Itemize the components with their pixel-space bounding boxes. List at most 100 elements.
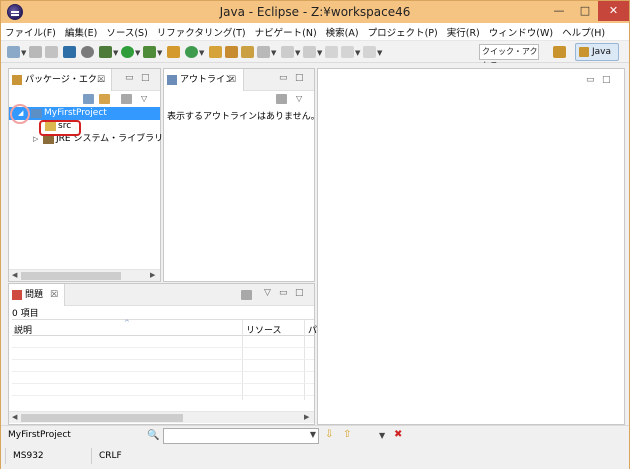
column-resource[interactable]: リソース xyxy=(246,323,282,336)
minimize-view-icon[interactable]: ▭ xyxy=(279,73,288,83)
menu-source[interactable]: ソース(S) xyxy=(106,25,147,39)
tab-package-explorer[interactable]: パッケージ・エク... ☒ xyxy=(9,69,112,91)
view-filter-icon[interactable] xyxy=(121,94,132,104)
arrow-up-icon[interactable]: ⇧ xyxy=(343,429,351,440)
arrow-down-icon[interactable]: ⇩ xyxy=(325,429,333,440)
maximize-view-icon[interactable]: □ xyxy=(295,73,304,83)
tab-problems[interactable]: 問題 ☒ xyxy=(9,284,65,306)
close-tab-icon[interactable]: ☒ xyxy=(97,69,105,91)
menu-refactor[interactable]: リファクタリング(T) xyxy=(157,25,246,39)
package-explorer-hscrollbar[interactable]: ◀ ▶ xyxy=(9,269,160,281)
back-dropdown-icon[interactable]: ▼ xyxy=(355,49,360,57)
menu-navigate[interactable]: ナビゲート(N) xyxy=(255,25,317,39)
maximize-view-icon[interactable]: □ xyxy=(141,73,150,83)
view-filter-icon[interactable] xyxy=(276,94,287,104)
external-tools-icon[interactable] xyxy=(143,46,156,58)
column-path[interactable]: パ xyxy=(308,323,317,336)
link-with-editor-icon[interactable] xyxy=(99,94,110,104)
chevron-down-icon[interactable]: ▼ xyxy=(310,430,316,439)
minimize-view-icon[interactable]: ▭ xyxy=(279,288,288,298)
package-explorer-view: パッケージ・エク... ☒ ▭ □ ▽ ◢ MyFirstProject src… xyxy=(8,68,181,282)
forward-dropdown-icon[interactable]: ▼ xyxy=(377,49,382,57)
close-tab-icon[interactable]: ☒ xyxy=(50,284,58,306)
back-icon[interactable] xyxy=(341,46,354,58)
new-icon[interactable] xyxy=(7,46,20,58)
find-combo-input[interactable]: ▼ xyxy=(163,428,319,444)
package-explorer-toolbar: ▽ xyxy=(9,91,160,107)
view-filter-icon[interactable] xyxy=(241,290,252,300)
tree-row-jre[interactable]: ▷ JRE システム・ライブラリー [J xyxy=(9,133,181,146)
annotation-prev-dropdown-icon[interactable]: ▼ xyxy=(317,49,322,57)
maximize-editor-icon[interactable]: □ xyxy=(602,75,611,85)
table-row xyxy=(12,348,314,360)
close-button[interactable]: ✕ xyxy=(598,1,629,21)
debug-icon[interactable] xyxy=(99,46,112,58)
open-perspective-icon[interactable] xyxy=(553,46,566,58)
pen-icon[interactable] xyxy=(257,46,270,58)
column-description[interactable]: 説明 xyxy=(14,323,32,336)
minimize-view-icon[interactable]: ▭ xyxy=(125,73,134,83)
problems-hscrollbar[interactable]: ◀ ▶ xyxy=(9,411,314,423)
debug-dropdown-icon[interactable]: ▼ xyxy=(113,49,118,57)
last-edit-icon[interactable] xyxy=(325,46,338,58)
menu-help[interactable]: ヘルプ(H) xyxy=(562,25,605,39)
scroll-right-icon[interactable]: ▶ xyxy=(150,271,155,279)
scroll-left-icon[interactable]: ◀ xyxy=(12,413,17,421)
settings-icon[interactable] xyxy=(81,46,94,58)
scroll-right-icon[interactable]: ▶ xyxy=(304,413,309,421)
clear-icon[interactable]: ✖ xyxy=(394,429,402,440)
chevron-down-icon[interactable]: ▼ xyxy=(379,431,385,440)
scroll-left-icon[interactable]: ◀ xyxy=(12,271,17,279)
run-dropdown-icon[interactable]: ▼ xyxy=(135,49,140,57)
workbench-area: パッケージ・エク... ☒ ▭ □ ▽ ◢ MyFirstProject src… xyxy=(1,63,629,425)
package-explorer-tabbar: パッケージ・エク... ☒ ▭ □ xyxy=(9,69,160,91)
external-tools-dropdown-icon[interactable]: ▼ xyxy=(157,49,162,57)
tree-row-src[interactable]: src xyxy=(9,120,160,133)
maximize-view-icon[interactable]: □ xyxy=(295,288,304,298)
new-class-dropdown-icon[interactable]: ▼ xyxy=(199,49,204,57)
menu-edit[interactable]: 編集(E) xyxy=(65,25,97,39)
run-icon[interactable] xyxy=(121,46,134,58)
collapse-all-icon[interactable] xyxy=(83,94,94,104)
status-selection: MyFirstProject xyxy=(8,430,71,440)
open-task-icon[interactable] xyxy=(225,46,238,58)
view-menu-icon[interactable]: ▽ xyxy=(264,288,271,298)
menu-file[interactable]: ファイル(F) xyxy=(5,25,56,39)
new-class-icon[interactable] xyxy=(185,46,198,58)
status-divider xyxy=(5,448,6,464)
menu-project[interactable]: プロジェクト(P) xyxy=(368,25,438,39)
save-icon[interactable] xyxy=(29,46,42,58)
open-type-icon[interactable] xyxy=(209,46,222,58)
java-perspective-button[interactable]: Java xyxy=(575,43,619,61)
minimize-button[interactable]: — xyxy=(546,1,572,21)
quick-access-input[interactable]: クイック・アクセス xyxy=(479,44,539,70)
window-title: Java - Eclipse - Z:¥workspace46 xyxy=(219,5,411,19)
new-dropdown-icon[interactable]: ▼ xyxy=(21,49,26,57)
close-tab-icon[interactable]: ☒ xyxy=(228,69,236,91)
title-bar[interactable]: Java - Eclipse - Z:¥workspace46 — □ ✕ xyxy=(1,1,629,23)
annotation-next-icon[interactable] xyxy=(281,46,294,58)
annotation-prev-icon[interactable] xyxy=(303,46,316,58)
menu-run[interactable]: 実行(R) xyxy=(447,25,480,39)
menu-window[interactable]: ウィンドウ(W) xyxy=(489,25,553,39)
forward-icon[interactable] xyxy=(363,46,376,58)
table-row xyxy=(12,360,314,372)
search-icon[interactable] xyxy=(241,46,254,58)
annotation-next-dropdown-icon[interactable]: ▼ xyxy=(295,49,300,57)
tree-row-project[interactable]: ◢ MyFirstProject xyxy=(9,107,160,120)
table-row xyxy=(12,384,314,396)
new-package-icon[interactable] xyxy=(167,46,180,58)
minimize-editor-icon[interactable]: ▭ xyxy=(586,75,595,85)
menu-search[interactable]: 検索(A) xyxy=(326,25,359,39)
editor-area[interactable]: ▭ □ xyxy=(317,68,625,425)
tab-outline[interactable]: アウトライン ☒ xyxy=(164,69,244,91)
pen-dropdown-icon[interactable]: ▼ xyxy=(271,49,276,57)
scroll-thumb[interactable] xyxy=(21,272,121,280)
collapsed-twisty-icon[interactable]: ▷ xyxy=(33,133,38,146)
terminal-icon[interactable] xyxy=(63,46,76,58)
scroll-thumb[interactable] xyxy=(21,414,183,422)
view-menu-icon[interactable]: ▽ xyxy=(296,94,306,104)
save-all-icon[interactable] xyxy=(45,46,58,58)
maximize-button[interactable]: □ xyxy=(572,1,598,21)
view-menu-icon[interactable]: ▽ xyxy=(141,94,151,104)
